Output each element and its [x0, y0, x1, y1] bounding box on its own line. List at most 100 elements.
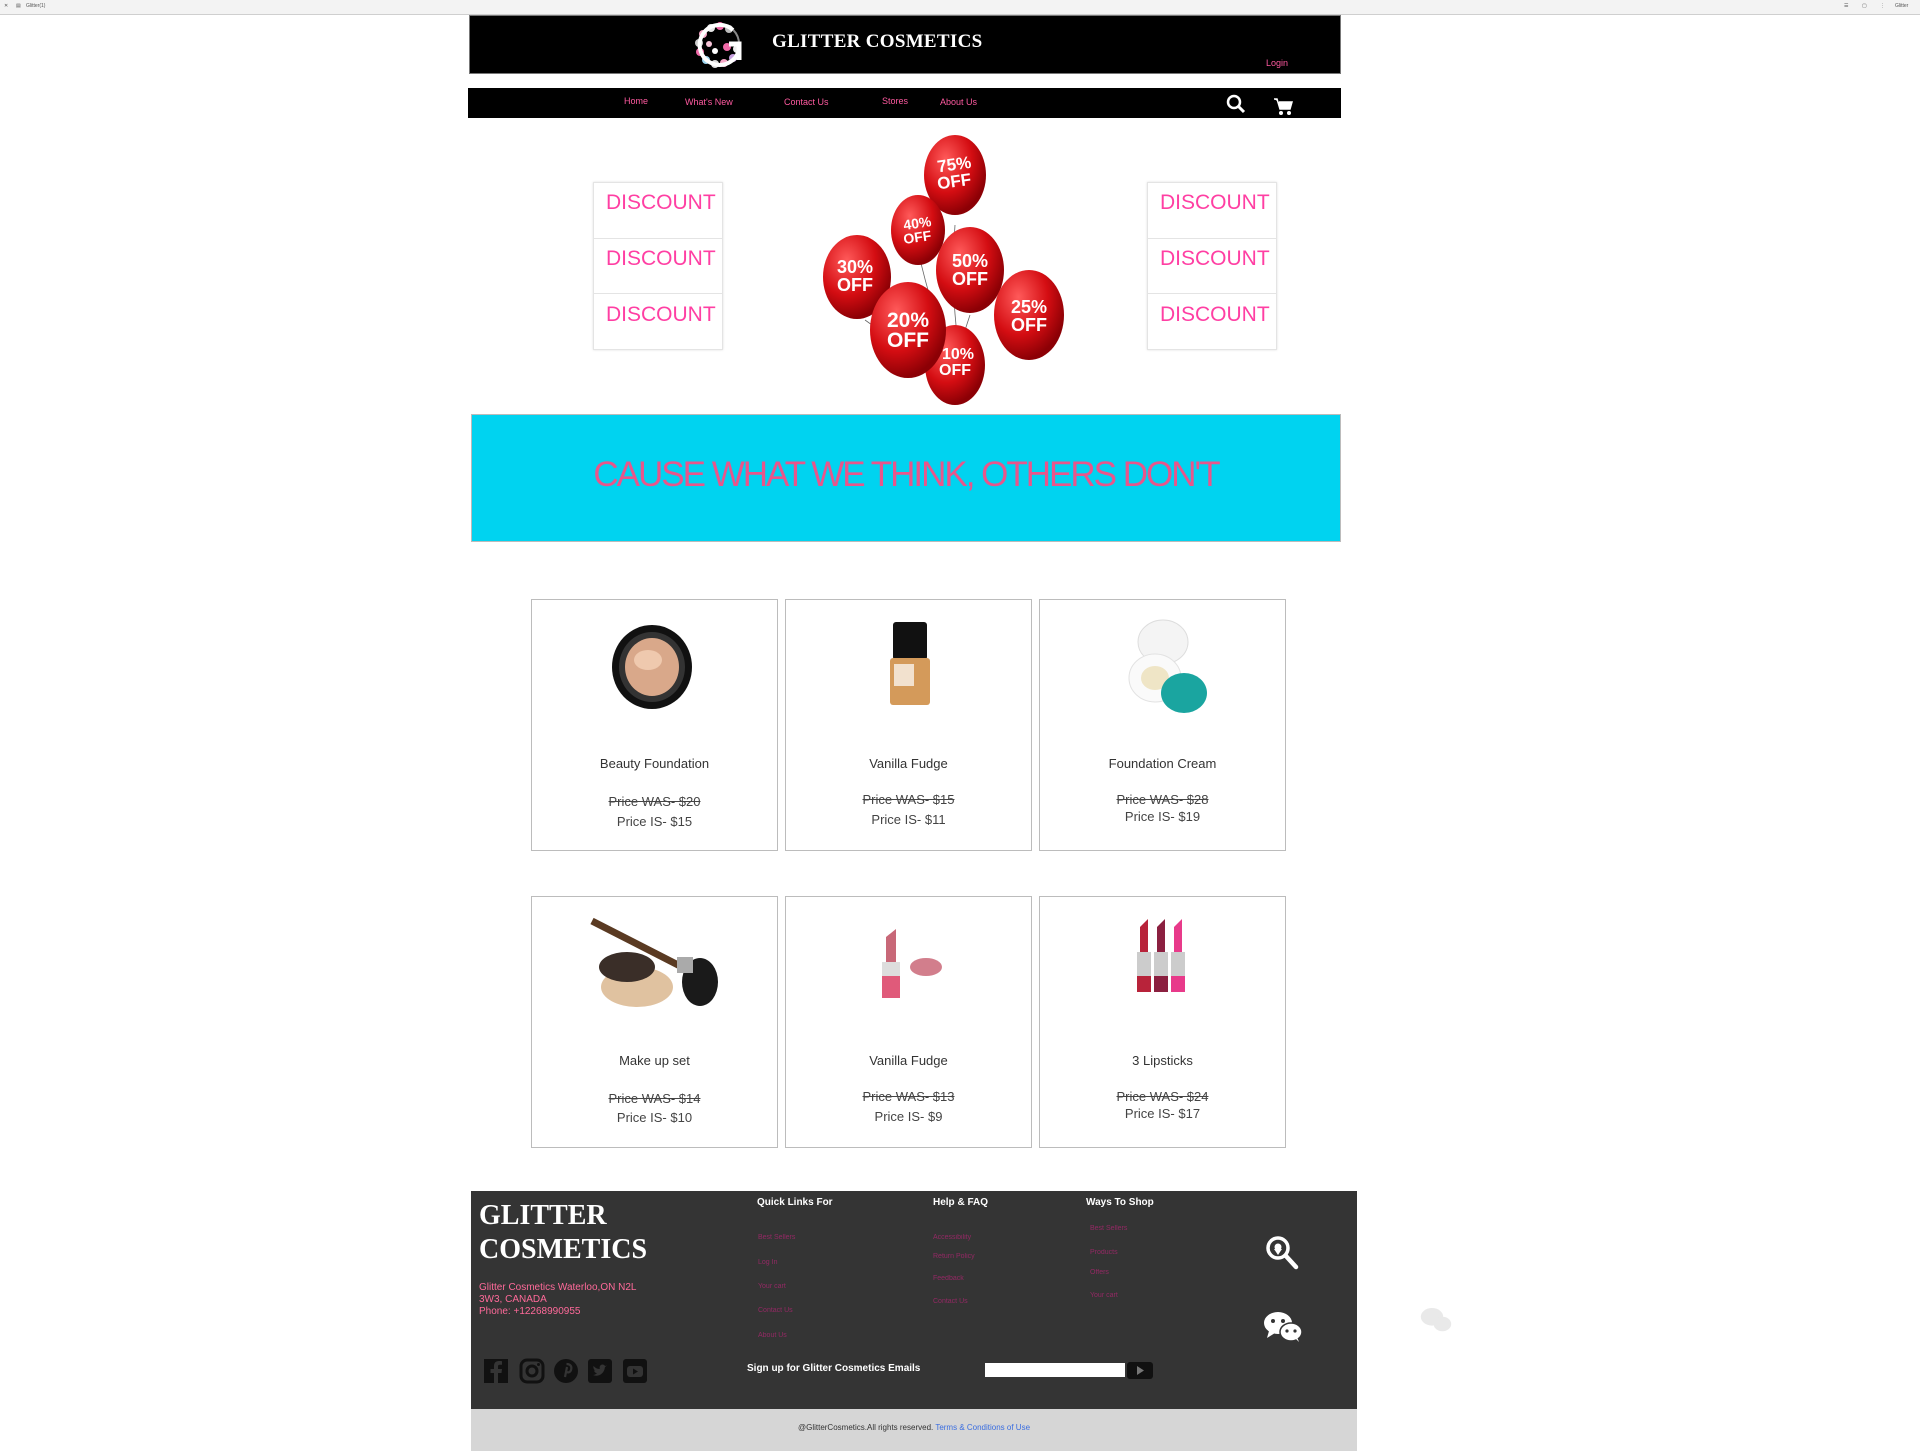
copyright-text: @GlitterCosmetics.All rights reserved. T… — [471, 1423, 1357, 1432]
divider — [1148, 238, 1276, 239]
back-icon[interactable]: ✕ — [4, 3, 8, 9]
product-card[interactable]: Vanilla Fudge Price WAS- $15 Price IS- $… — [785, 599, 1032, 851]
compact-powder-image — [612, 625, 692, 709]
divider — [1148, 293, 1276, 294]
sale-balloons-image: 75% OFF 40% OFF 30% OFF 50% OFF 25% OFF … — [823, 135, 1064, 405]
product-old-price: Price WAS- $13 — [862, 1089, 955, 1104]
discount-link[interactable]: DISCOUNT — [1160, 247, 1270, 271]
discount-link[interactable]: DISCOUNT — [606, 247, 716, 271]
divider — [594, 293, 722, 294]
phone-number: Phone: +12268990955 — [479, 1306, 581, 1317]
lipsticks-image — [1137, 919, 1185, 992]
footer-link[interactable]: Accessibility — [933, 1234, 971, 1241]
browser-toolbar: ✕ ▤ Glitter(1) ☰ ▢ ⋮ Glitter — [0, 0, 1920, 15]
help-faq-heading: Help & FAQ — [933, 1197, 989, 1208]
instagram-icon[interactable] — [519, 1358, 545, 1384]
footer-link[interactable]: Products — [1090, 1249, 1118, 1256]
cart-icon[interactable] — [1274, 98, 1294, 116]
balloon-label: OFF — [887, 329, 929, 352]
nav-whats-new[interactable]: What's New — [685, 97, 733, 107]
email-submit-button[interactable] — [1127, 1362, 1153, 1379]
more-icon[interactable]: ⋮ — [1880, 3, 1885, 9]
nav-home[interactable]: Home — [624, 96, 648, 106]
footer-brand-line: GLITTER — [479, 1200, 607, 1231]
product-card[interactable]: Vanilla Fudge Price WAS- $13 Price IS- $… — [785, 896, 1032, 1148]
balloon-label: 25% — [1011, 297, 1047, 317]
product-old-price: Price WAS- $24 — [1116, 1089, 1209, 1104]
balloon-label: OFF — [837, 275, 873, 295]
youtube-icon[interactable] — [622, 1358, 648, 1384]
quick-links-heading: Quick Links For — [757, 1197, 833, 1208]
menu-icon[interactable]: ☰ — [1844, 3, 1848, 9]
banner-slogan: CAUSE WHAT WE THINK, OTHERS DON'T — [593, 455, 1220, 494]
balloon-label: OFF — [952, 269, 988, 289]
main-nav: Home What's New Contact Us Stores About … — [468, 88, 1341, 118]
site-footer: GLITTER COSMETICS Glitter Cosmetics Wate… — [471, 1191, 1357, 1409]
ways-to-shop-heading: Ways To Shop — [1086, 1197, 1154, 1208]
discount-link[interactable]: DISCOUNT — [1160, 303, 1270, 327]
nav-about-us[interactable]: About Us — [940, 97, 977, 107]
footer-link[interactable]: Offers — [1090, 1269, 1109, 1276]
footer-address: Glitter Cosmetics Waterloo,ON N2L 3W3, C… — [479, 1282, 636, 1318]
product-card[interactable]: Make up set Price WAS- $14 Price IS- $10 — [531, 896, 778, 1148]
discount-link[interactable]: DISCOUNT — [1160, 191, 1270, 215]
store-locator-icon[interactable] — [1265, 1235, 1299, 1271]
footer-link[interactable]: Your cart — [758, 1283, 786, 1290]
nav-contact-us[interactable]: Contact Us — [784, 97, 829, 107]
footer-link[interactable]: Return Policy — [933, 1253, 975, 1260]
address-line: Glitter Cosmetics Waterloo,ON N2L — [479, 1282, 637, 1293]
footer-link[interactable]: Contact Us — [933, 1298, 968, 1305]
copyright-bar: @GlitterCosmetics.All rights reserved. T… — [471, 1409, 1357, 1451]
email-signup-label: Sign up for Glitter Cosmetics Emails — [747, 1363, 921, 1374]
makeup-set-image — [590, 917, 718, 1007]
divider — [594, 238, 722, 239]
wechat-icon[interactable] — [1263, 1311, 1303, 1343]
product-name: Vanilla Fudge — [869, 756, 948, 771]
product-old-price: Price WAS- $14 — [608, 1091, 701, 1106]
login-link[interactable]: Login — [1266, 58, 1288, 68]
email-signup-input[interactable] — [985, 1363, 1125, 1377]
lipstick-image — [882, 929, 942, 998]
foundation-bottle-image — [890, 622, 930, 705]
product-card[interactable]: Beauty Foundation Price WAS- $20 Price I… — [531, 599, 778, 851]
discount-link[interactable]: DISCOUNT — [606, 191, 716, 215]
footer-link[interactable]: Log In — [758, 1259, 777, 1266]
balloon-label: OFF — [939, 362, 971, 379]
footer-link[interactable]: Best Sellers — [1090, 1225, 1127, 1232]
window-icon[interactable]: ▢ — [1862, 3, 1867, 9]
product-name: Vanilla Fudge — [869, 1053, 948, 1068]
pinterest-icon[interactable] — [553, 1358, 579, 1384]
product-old-price: Price WAS- $20 — [608, 794, 701, 809]
nav-stores[interactable]: Stores — [882, 96, 908, 106]
product-card[interactable]: Foundation Cream Price WAS- $28 Price IS… — [1039, 599, 1286, 851]
browser-tab-title[interactable]: Glitter(1) — [26, 3, 45, 9]
facebook-icon[interactable] — [483, 1358, 509, 1384]
product-name: Make up set — [619, 1053, 690, 1068]
footer-link[interactable]: About Us — [758, 1332, 787, 1339]
twitter-icon[interactable] — [587, 1358, 613, 1384]
terms-link[interactable]: Terms & Conditions of Use — [935, 1423, 1030, 1432]
discount-panel-left: DISCOUNT DISCOUNT DISCOUNT — [593, 182, 723, 350]
product-price: Price IS- $11 — [871, 812, 946, 827]
page-icon: ▤ — [16, 3, 21, 9]
footer-brand-line: COSMETICS — [479, 1234, 648, 1265]
product-price: Price IS- $15 — [616, 814, 693, 829]
discount-link[interactable]: DISCOUNT — [606, 303, 716, 327]
logo-icon[interactable] — [689, 20, 749, 68]
site-title[interactable]: GLITTER COSMETICS — [772, 31, 982, 53]
search-icon[interactable] — [1226, 94, 1246, 114]
balloon-label: 30% — [837, 257, 873, 277]
footer-link[interactable]: Best Sellers — [758, 1234, 795, 1241]
product-card[interactable]: 3 Lipsticks Price WAS- $24 Price IS- $17 — [1039, 896, 1286, 1148]
footer-link[interactable]: Feedback — [933, 1275, 964, 1282]
product-price: Price IS- $17 — [1124, 1106, 1201, 1121]
product-price: Price IS- $19 — [1124, 809, 1201, 824]
balloon-label: 50% — [952, 251, 988, 271]
footer-link[interactable]: Contact Us — [758, 1307, 793, 1314]
browser-corner-text: Glitter — [1895, 3, 1909, 9]
wechat-icon — [1420, 1308, 1452, 1332]
product-old-price: Price WAS- $15 — [862, 792, 955, 807]
product-old-price: Price WAS- $28 — [1116, 792, 1209, 807]
footer-link[interactable]: Your cart — [1090, 1292, 1118, 1299]
balloon-label: OFF — [1011, 315, 1047, 335]
